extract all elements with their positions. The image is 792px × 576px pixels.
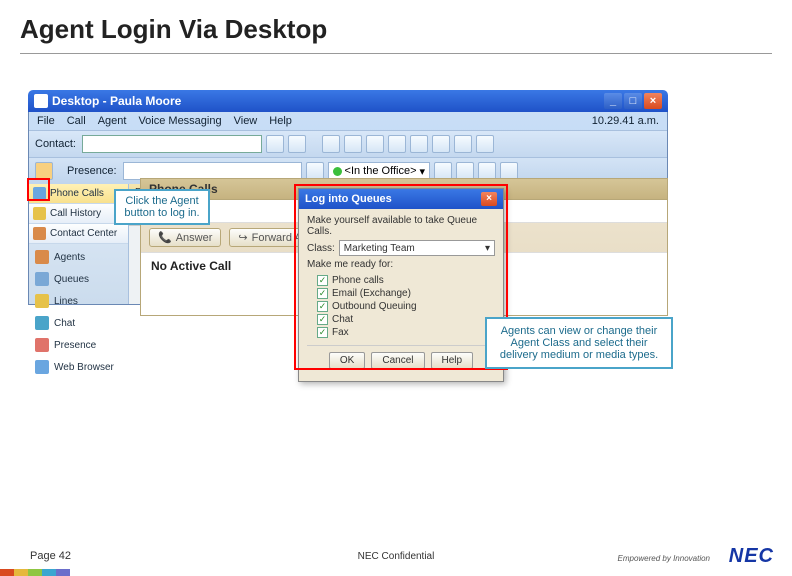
page-number: Page 42 <box>30 550 71 562</box>
chevron-down-icon: ▾ <box>420 165 426 178</box>
answer-icon: 📞 <box>158 231 172 244</box>
tab-call-history-label: Call History <box>50 208 101 219</box>
log-into-queues-dialog: Log into Queues × Make yourself availabl… <box>298 188 504 382</box>
sidebar-agents-label: Agents <box>54 252 85 263</box>
transfer-icon[interactable] <box>366 135 384 153</box>
window-titlebar: Desktop - Paula Moore _ □ × <box>28 90 668 112</box>
checkbox-icon: ✓ <box>317 275 328 286</box>
sidebar-item-presence[interactable]: Presence <box>29 334 128 356</box>
hold-icon[interactable] <box>388 135 406 153</box>
answer-label: Answer <box>176 232 213 244</box>
menu-voicemessaging[interactable]: Voice Messaging <box>138 115 221 127</box>
lines-icon <box>35 294 49 308</box>
contact-input[interactable] <box>82 135 262 153</box>
book-icon[interactable] <box>288 135 306 153</box>
presence-state-text: <In the Office> <box>345 165 417 177</box>
chevron-down-icon: ▾ <box>485 243 490 254</box>
menu-file[interactable]: File <box>37 115 55 127</box>
cancel-button[interactable]: Cancel <box>371 352 424 369</box>
help-button[interactable]: Help <box>431 352 474 369</box>
clock-label: 10.29.41 a.m. <box>592 115 659 127</box>
checkbox-icon: ✓ <box>317 301 328 312</box>
contactcenter-icon <box>33 227 46 240</box>
check-chat-label: Chat <box>332 314 353 325</box>
dialog-title-text: Log into Queues <box>305 193 392 205</box>
side-nav-list: Agents Queues Lines Chat Presence Web Br… <box>29 244 128 378</box>
app-icon <box>34 94 48 108</box>
minimize-button[interactable]: _ <box>604 93 622 109</box>
call-icon[interactable] <box>322 135 340 153</box>
tab-phone-calls-label: Phone Calls <box>50 188 104 199</box>
menu-view[interactable]: View <box>234 115 258 127</box>
check-fax-label: Fax <box>332 327 349 338</box>
sidebar-item-chat[interactable]: Chat <box>29 312 128 334</box>
slide-title: Agent Login Via Desktop <box>0 0 792 49</box>
agent-button-highlight <box>27 178 50 201</box>
title-underline <box>20 53 772 54</box>
checkbox-icon: ✓ <box>317 314 328 325</box>
sidebar-queues-label: Queues <box>54 274 89 285</box>
contact-toolbar: Contact: <box>29 130 667 157</box>
check-phone-label: Phone calls <box>332 275 384 286</box>
dropdown-icon[interactable] <box>266 135 284 153</box>
sidebar-item-agents[interactable]: Agents <box>29 246 128 268</box>
checkbox-icon: ✓ <box>317 327 328 338</box>
sidebar-item-lines[interactable]: Lines <box>29 290 128 312</box>
class-label: Class: <box>307 243 335 254</box>
check-outbound[interactable]: ✓ Outbound Queuing <box>317 300 495 313</box>
presence-icon <box>35 338 49 352</box>
dialog-titlebar: Log into Queues × <box>299 189 503 209</box>
sidebar-chat-label: Chat <box>54 318 75 329</box>
hangup-icon[interactable] <box>344 135 362 153</box>
dialog-instruction: Make yourself available to take Queue Ca… <box>307 215 495 237</box>
checkbox-icon: ✓ <box>317 288 328 299</box>
tagline: Empowered by Innovation <box>618 554 711 563</box>
torn-edge <box>26 380 670 420</box>
sidebar-item-queues[interactable]: Queues <box>29 268 128 290</box>
chat-icon <box>35 316 49 330</box>
check-fax[interactable]: ✓ Fax <box>317 326 495 339</box>
answer-button[interactable]: 📞 Answer <box>149 228 221 247</box>
mute-icon[interactable] <box>454 135 472 153</box>
nec-logo: NEC <box>729 545 774 568</box>
history-icon <box>33 207 46 220</box>
callout-class: Agents can view or change their Agent Cl… <box>485 317 673 369</box>
check-email[interactable]: ✓ Email (Exchange) <box>317 287 495 300</box>
record-icon[interactable] <box>432 135 450 153</box>
presence-dot-icon <box>333 167 342 176</box>
conference-icon[interactable] <box>410 135 428 153</box>
dialpad-icon[interactable] <box>476 135 494 153</box>
class-value: Marketing Team <box>344 243 415 254</box>
tab-contact-center[interactable]: Contact Center <box>29 224 128 244</box>
callout-login: Click the Agent button to log in. <box>114 189 210 225</box>
check-outbound-label: Outbound Queuing <box>332 301 417 312</box>
check-phone-calls[interactable]: ✓ Phone calls <box>317 274 495 287</box>
queues-icon <box>35 272 49 286</box>
sidebar-lines-label: Lines <box>54 296 78 307</box>
tab-contact-center-label: Contact Center <box>50 228 117 239</box>
sidebar-presence-label: Presence <box>54 340 96 351</box>
close-button[interactable]: × <box>644 93 662 109</box>
color-stripe <box>0 569 70 576</box>
menu-agent[interactable]: Agent <box>98 115 127 127</box>
ok-button[interactable]: OK <box>329 352 365 369</box>
confidential-label: NEC Confidential <box>358 551 435 562</box>
window-title: Desktop - Paula Moore <box>52 94 604 108</box>
check-chat[interactable]: ✓ Chat <box>317 313 495 326</box>
maximize-button[interactable]: □ <box>624 93 642 109</box>
dialog-close-button[interactable]: × <box>481 192 497 206</box>
menu-call[interactable]: Call <box>67 115 86 127</box>
contact-label: Contact: <box>35 138 76 150</box>
agents-icon <box>35 250 49 264</box>
class-combo[interactable]: Marketing Team ▾ <box>339 240 495 256</box>
forward-icon: ↪ <box>238 231 247 244</box>
menubar: File Call Agent Voice Messaging View Hel… <box>29 112 667 130</box>
presence-label: Presence: <box>67 165 117 177</box>
media-checklist: ✓ Phone calls ✓ Email (Exchange) ✓ Outbound… <box>317 274 495 339</box>
menu-help[interactable]: Help <box>269 115 292 127</box>
ready-label: Make me ready for: <box>307 259 495 270</box>
check-email-label: Email (Exchange) <box>332 288 411 299</box>
slide-footer: Page 42 NEC Confidential Empowered by In… <box>0 550 792 576</box>
